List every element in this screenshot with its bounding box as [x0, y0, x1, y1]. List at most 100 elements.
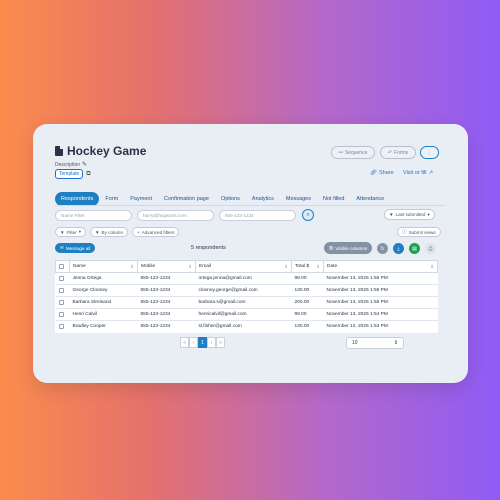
message-all-button[interactable]: ✉ Message all: [55, 243, 96, 253]
more-icon: ⋮: [427, 149, 432, 156]
column-header-date[interactable]: Date ⇕: [323, 260, 438, 273]
row-checkbox[interactable]: [58, 323, 64, 329]
by-column-button[interactable]: ▼ By column: [90, 227, 128, 237]
date-cell: November 13, 2025 1:54 PM: [323, 308, 438, 321]
tab-respondents[interactable]: Respondents: [55, 192, 100, 206]
row-checkbox[interactable]: [58, 275, 64, 281]
print-button[interactable]: ⎙: [425, 243, 436, 254]
column-header-total[interactable]: Total $ ⇕: [291, 260, 324, 273]
next-page-button[interactable]: ›: [207, 337, 216, 348]
tab-divider: [55, 205, 445, 206]
total-cell: 130.00: [291, 320, 324, 333]
respondents-count: 5 respondents: [191, 245, 226, 251]
filter-dropdown[interactable]: ▼ Filter ▾: [55, 227, 87, 237]
tab-confirmation-page[interactable]: Confirmation page: [158, 192, 215, 206]
name-cell: Barbara Streisand: [69, 296, 138, 309]
mobile-cell: 555-123-1234: [137, 272, 196, 285]
edit-icon[interactable]: ✎: [82, 161, 87, 168]
select-all-cell[interactable]: [55, 260, 70, 273]
external-link-icon[interactable]: ⧉: [86, 171, 90, 178]
table-row[interactable]: Bradley Cooper 555-123-1234 sl.fisher@gm…: [55, 320, 438, 333]
column-header-name[interactable]: Name ⇕: [69, 260, 138, 273]
phone-filter-input[interactable]: 555-123-1234: [219, 210, 296, 221]
download-button[interactable]: ⤓: [393, 243, 404, 254]
share-link[interactable]: 🔗︎ Share: [370, 170, 394, 176]
per-page-select[interactable]: 10 ⇕: [346, 337, 404, 349]
tab-analytics[interactable]: Analytics: [246, 192, 280, 206]
tab-payment[interactable]: Payment: [124, 192, 158, 206]
page-title: Hockey Game: [67, 144, 147, 158]
column-header-mobile[interactable]: Mobile ⇕: [137, 260, 196, 273]
sequence-button[interactable]: ⚯ Sequence: [331, 146, 375, 159]
document-icon: [55, 146, 63, 156]
table-row[interactable]: George Clooney 555-123-1234 clooney.geor…: [55, 284, 438, 297]
row-select-cell[interactable]: [55, 296, 70, 309]
email-cell: clooney.george@gmail.com: [195, 284, 292, 297]
mobile-cell: 555-123-1234: [137, 284, 196, 297]
date-cell: November 13, 2025 1:55 PM: [323, 296, 438, 309]
tab-form[interactable]: Form: [99, 192, 124, 206]
sort-icon[interactable]: ⇕: [188, 264, 192, 270]
search-icon: ⌕: [306, 211, 310, 218]
name-filter-input[interactable]: Name Filter: [55, 210, 132, 221]
sort-select[interactable]: ▼ Last submitted ▾: [384, 209, 435, 220]
first-page-button[interactable]: «: [180, 337, 189, 348]
spreadsheet-icon: ▤: [412, 245, 417, 252]
row-checkbox[interactable]: [58, 299, 64, 305]
table-row[interactable]: Barbara Streisand 555-123-1234 barbara.s…: [55, 296, 438, 309]
submit-views-button[interactable]: ⓘ Submit views: [397, 227, 441, 237]
email-filter-input[interactable]: harry@hogwarts.com: [137, 210, 214, 221]
date-cell: November 13, 2025 1:56 PM: [323, 284, 438, 297]
export-button[interactable]: ▤: [409, 243, 420, 254]
pagination: « ‹ 1 › »: [180, 337, 225, 348]
tab-attendance[interactable]: Attendance: [350, 192, 390, 206]
tab-options[interactable]: Options: [215, 192, 246, 206]
refresh-button[interactable]: ↻: [377, 243, 388, 254]
email-cell: sl.fisher@gmail.com: [195, 320, 292, 333]
email-cell: ortega.jenna@gmail.com: [195, 272, 292, 285]
forms-button[interactable]: ↶ Forms: [380, 146, 416, 159]
table-header-row: Name ⇕ Mobile ⇕ Email ⇕ Total $ ⇕ Date ⇕: [55, 260, 438, 273]
search-button[interactable]: ⌕: [302, 209, 314, 221]
select-all-checkbox[interactable]: [59, 263, 64, 269]
advanced-filters-button[interactable]: + Advanced filters: [132, 227, 180, 237]
row-select-cell[interactable]: [55, 308, 70, 321]
sort-icon[interactable]: ⇕: [284, 264, 288, 270]
table-row[interactable]: Jenna Ortega 555-123-1234 ortega.jenna@g…: [55, 272, 438, 285]
filter-icon: ▼: [389, 212, 394, 217]
refresh-icon: ↻: [380, 245, 385, 252]
visit-link[interactable]: Visit or fill ↗: [403, 170, 433, 176]
chat-icon: ✉: [60, 245, 64, 250]
prev-page-button[interactable]: ‹: [189, 337, 198, 348]
row-checkbox[interactable]: [58, 311, 64, 317]
name-cell: Bradley Cooper: [69, 320, 138, 333]
row-select-cell[interactable]: [55, 272, 70, 285]
undo-icon: ↶: [387, 149, 393, 156]
respondents-card: Hockey Game Description ✎ Template ⧉ ⚯ S…: [33, 124, 468, 383]
page-1-button[interactable]: 1: [198, 337, 207, 348]
sort-icon[interactable]: ⇕: [430, 264, 434, 270]
template-tag[interactable]: Template: [55, 169, 84, 179]
description-row[interactable]: Description ✎: [55, 161, 87, 169]
mobile-cell: 555-123-1234: [137, 308, 196, 321]
visible-columns-button[interactable]: ▥ Visible columns: [324, 242, 373, 254]
tab-messages[interactable]: Messages: [280, 192, 317, 206]
total-cell: 200.00: [291, 296, 324, 309]
email-cell: barbara.s@gmail.com: [195, 296, 292, 309]
last-page-button[interactable]: »: [216, 337, 225, 348]
chevron-down-icon: ▾: [78, 229, 82, 234]
total-cell: 130.00: [291, 284, 324, 297]
row-select-cell[interactable]: [55, 320, 70, 333]
tab-not-filled[interactable]: Not filled: [317, 192, 350, 206]
row-checkbox[interactable]: [58, 287, 64, 293]
column-header-email[interactable]: Email ⇕: [195, 260, 292, 273]
chevron-down-icon: ▾: [427, 211, 430, 217]
sort-icon[interactable]: ⇕: [130, 264, 134, 270]
table-row[interactable]: Henri Calvil 555-123-1234 henricalvil@gm…: [55, 308, 438, 321]
more-button[interactable]: ⋮: [420, 146, 439, 159]
print-icon: ⎙: [428, 245, 433, 252]
sort-icon[interactable]: ⇕: [316, 264, 320, 270]
info-icon: ⓘ: [402, 229, 407, 234]
row-select-cell[interactable]: [55, 284, 70, 297]
title-row: Hockey Game: [55, 144, 146, 158]
